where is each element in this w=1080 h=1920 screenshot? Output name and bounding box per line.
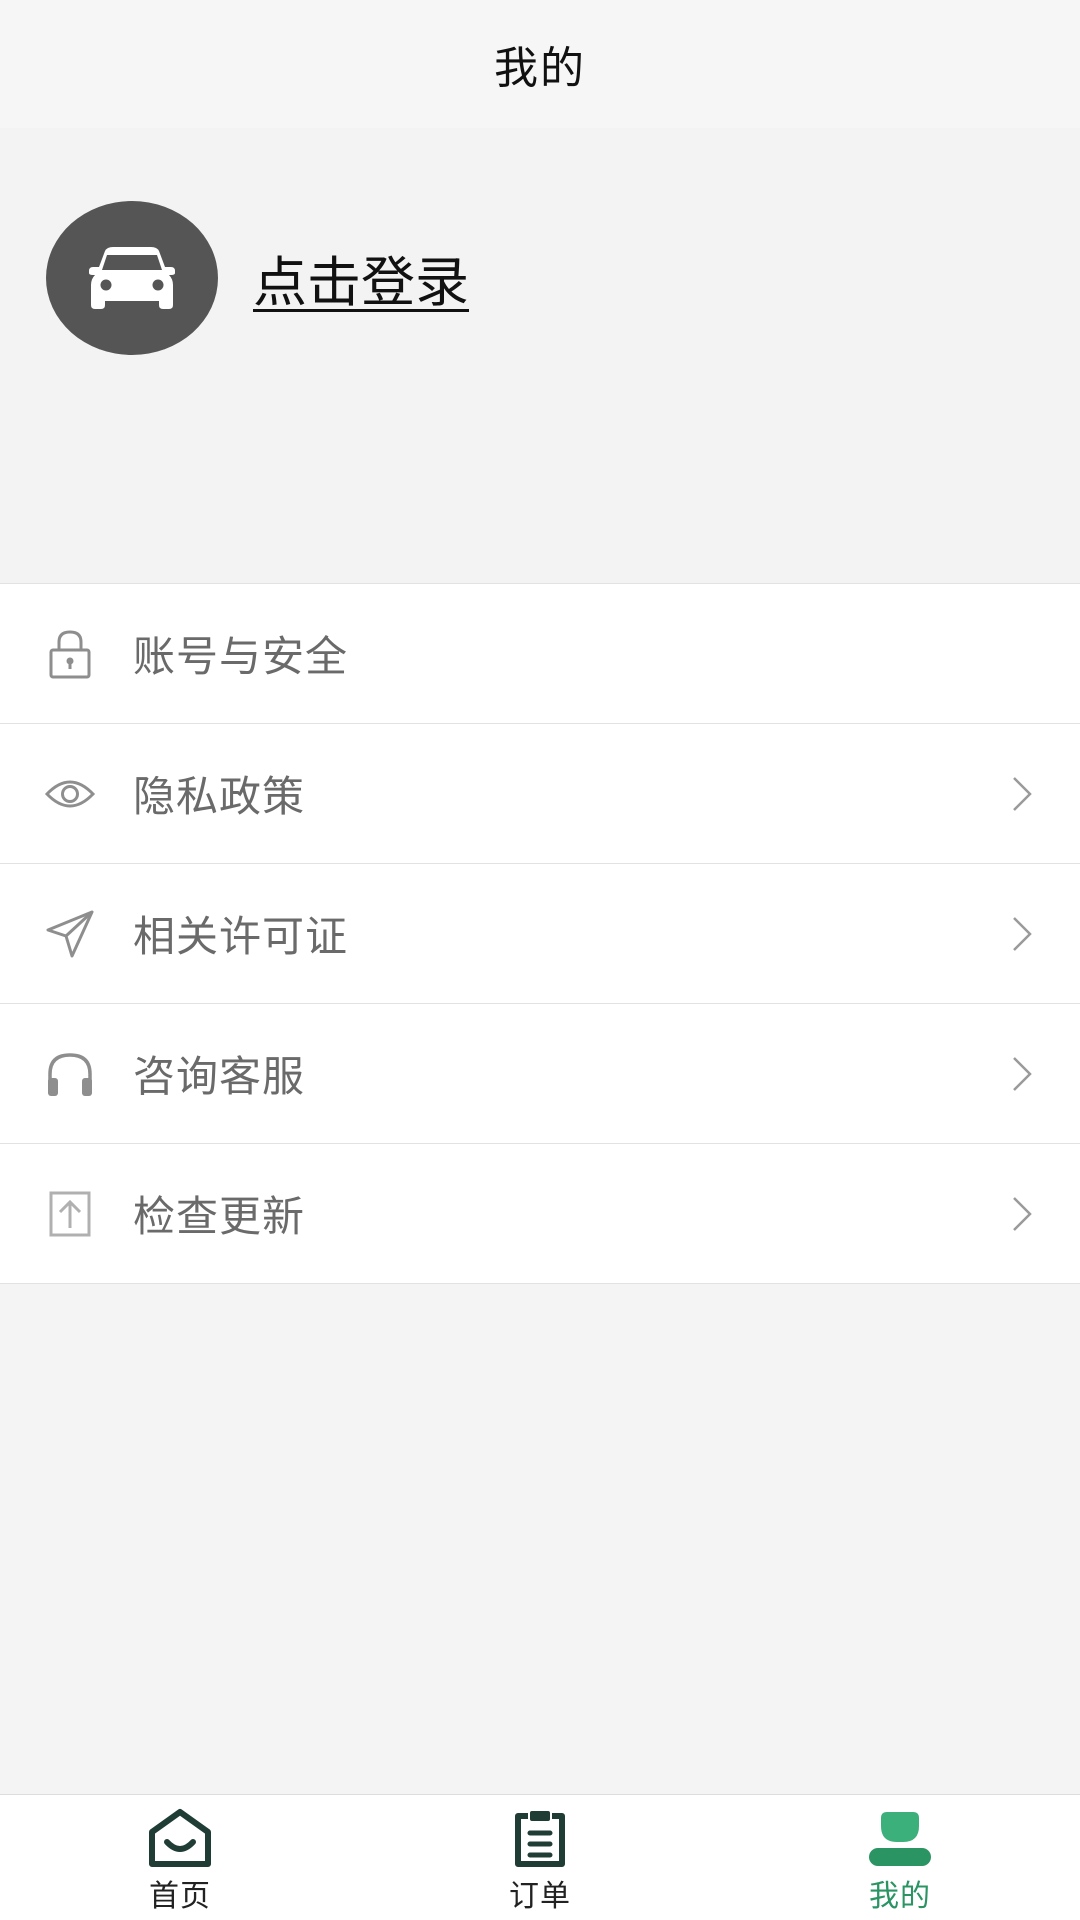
user-icon [867,1807,933,1869]
tab-label: 我的 [869,1879,931,1914]
tab-orders[interactable]: 订单 [360,1795,720,1920]
send-icon [44,908,96,960]
chevron-right-icon [1013,916,1032,951]
settings-menu: 账号与安全 隐私政策 相关许可证 咨询客服 检查更新 [0,583,1080,1284]
clipboard-icon [507,1807,573,1869]
menu-item-label: 账号与安全 [133,632,349,681]
tab-label: 首页 [149,1879,211,1914]
eye-icon [44,768,96,820]
page-title: 我的 [494,43,586,94]
menu-item-account-security[interactable]: 账号与安全 [0,584,1080,724]
lock-icon [44,628,96,680]
chevron-right-icon [1013,1056,1032,1091]
menu-item-label: 相关许可证 [133,912,349,961]
menu-item-customer-service[interactable]: 咨询客服 [0,1004,1080,1144]
bottom-tab-bar: 首页 订单 我的 [0,1794,1080,1920]
tab-label: 订单 [509,1879,571,1914]
avatar[interactable] [46,201,218,355]
menu-item-label: 检查更新 [133,1192,306,1241]
menu-item-label: 咨询客服 [133,1052,306,1101]
menu-item-check-update[interactable]: 检查更新 [0,1144,1080,1284]
chevron-right-icon [1013,1196,1032,1231]
upload-icon [44,1188,96,1240]
menu-item-privacy-policy[interactable]: 隐私政策 [0,724,1080,864]
login-link[interactable]: 点击登录 [253,238,469,317]
menu-item-label: 隐私政策 [133,772,306,821]
car-icon [89,247,175,309]
tab-home[interactable]: 首页 [0,1795,360,1920]
menu-item-licenses[interactable]: 相关许可证 [0,864,1080,1004]
tab-mine[interactable]: 我的 [720,1795,1080,1920]
profile-section: 点击登录 [0,128,1080,583]
chevron-right-icon [1013,776,1032,811]
headphones-icon [44,1048,96,1100]
mine-screen: 我的 点击登录 账号与安全 隐私政策 相关许可证 咨询客服 检查更新 首页 订单… [0,0,1080,1920]
home-icon [147,1807,213,1869]
top-bar: 我的 [0,0,1080,128]
